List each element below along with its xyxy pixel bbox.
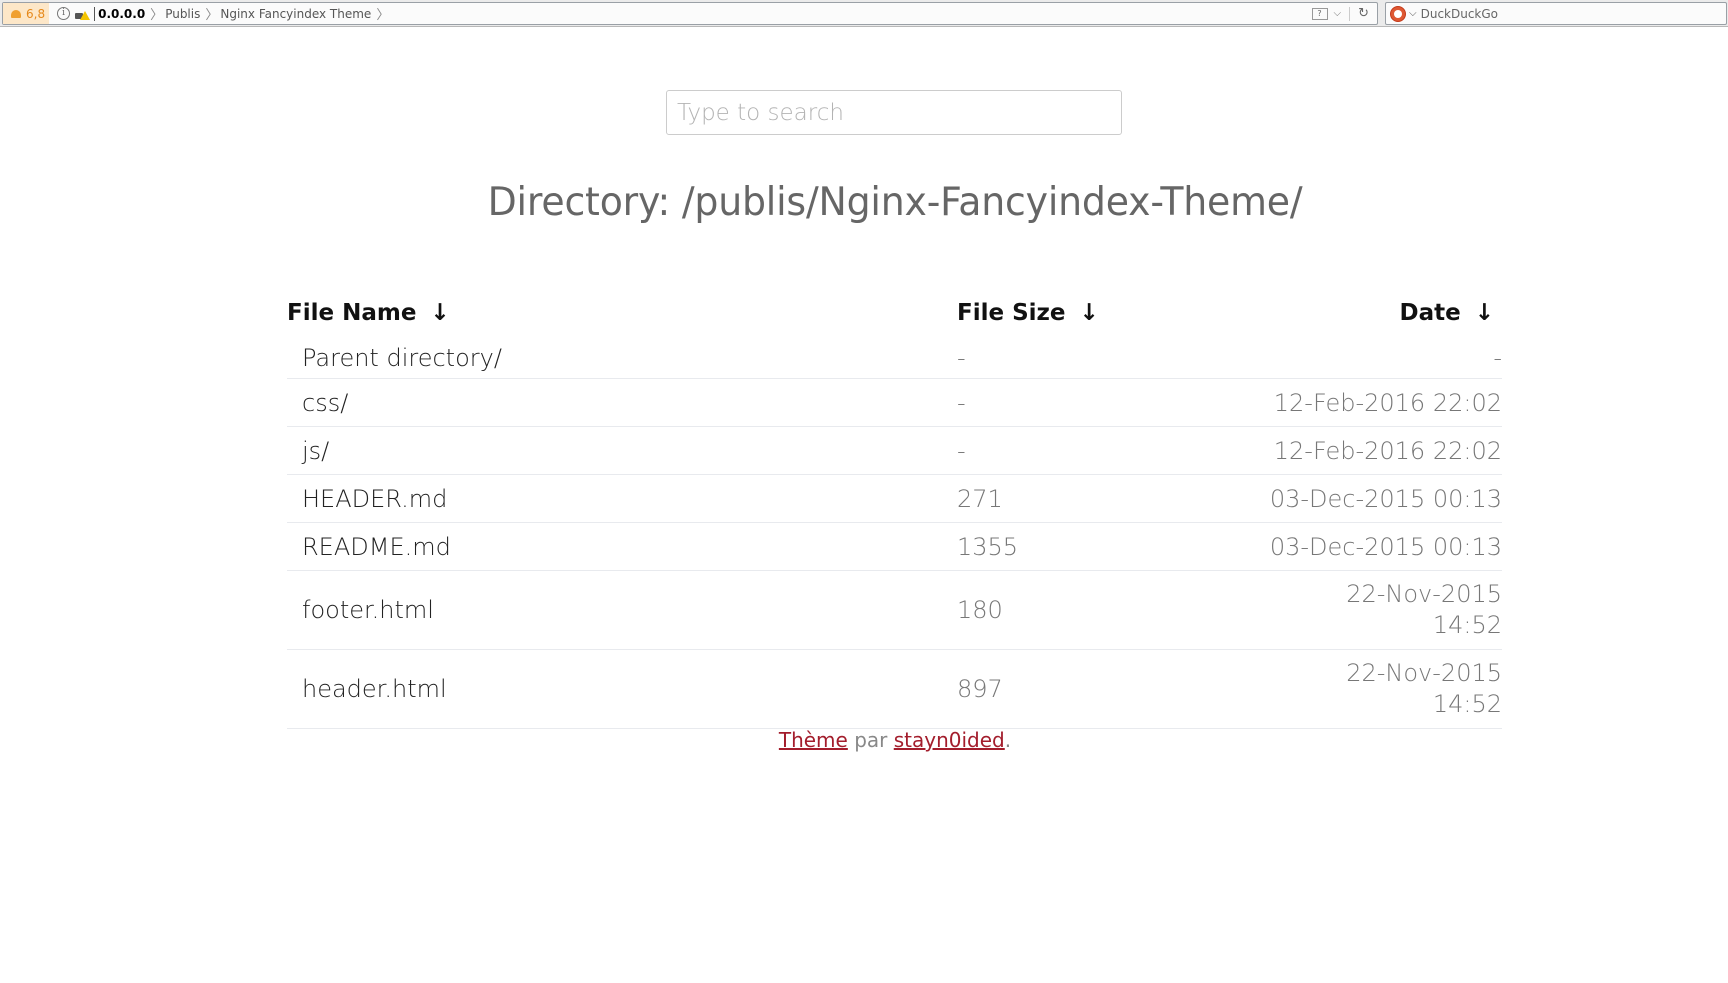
- url-host[interactable]: 0.0.0.0: [94, 6, 145, 21]
- file-date: 12-Feb-2016 22:02: [1163, 378, 1502, 427]
- file-size: 271: [957, 474, 1164, 523]
- search-engine-label: DuckDuckGo: [1420, 6, 1499, 21]
- page-title: Directory: /publis/Nginx-Fancyindex-Them…: [487, 180, 1303, 225]
- file-size: -: [957, 338, 1164, 379]
- shield-badge[interactable]: 6,8: [3, 3, 50, 24]
- file-size: 1355: [957, 522, 1164, 571]
- sort-by-name-header[interactable]: File Name ↓: [287, 294, 957, 338]
- divider: [1349, 6, 1351, 21]
- insecure-lock-icon[interactable]: [74, 8, 91, 20]
- theme-link[interactable]: Thème: [779, 728, 848, 752]
- author-link[interactable]: stayn0ided: [894, 728, 1005, 752]
- sort-by-size-header[interactable]: File Size ↓: [957, 294, 1164, 338]
- shield-count: 6,8: [26, 6, 46, 21]
- header-label: Date: [1399, 300, 1461, 326]
- file-name-link[interactable]: README.md: [287, 522, 957, 571]
- file-size: 180: [957, 570, 1164, 650]
- breadcrumb-nginx-fancyindex-theme[interactable]: 〉 Nginx Fancyindex Theme 〉: [200, 4, 391, 24]
- table-row: HEADER.md 271 03-Dec-2015 00:13: [287, 474, 1502, 523]
- file-size: -: [957, 426, 1164, 475]
- table-row: css/ - 12-Feb-2016 22:02: [287, 378, 1502, 427]
- file-size: 897: [957, 649, 1164, 729]
- table-row: header.html 897 22-Nov-2015 14:52: [287, 649, 1502, 729]
- file-date: 22-Nov-2015 14:52: [1346, 580, 1502, 639]
- chevron-right-icon: 〉: [150, 8, 164, 23]
- web-search-bar[interactable]: ⌵ DuckDuckGo: [1385, 2, 1727, 25]
- breadcrumb-label: Nginx Fancyindex Theme: [220, 6, 372, 21]
- file-name-link[interactable]: css/: [287, 378, 957, 427]
- table-row: footer.html 180 22-Nov-2015 14:52: [287, 570, 1502, 650]
- engine-dropdown-icon[interactable]: ⌵: [1409, 8, 1417, 19]
- sort-arrow-icon: ↓: [1079, 300, 1099, 326]
- file-date: 03-Dec-2015 00:13: [1163, 522, 1502, 571]
- chevron-right-icon: 〉: [205, 8, 219, 23]
- browser-toolbar: 6,8 i 0.0.0.0 〉 Publis 〉 Nginx Fancyinde…: [0, 0, 1728, 27]
- file-date: 03-Dec-2015 00:13: [1163, 474, 1502, 523]
- header-label: File Name: [287, 300, 417, 326]
- file-date-cell: 22-Nov-2015 14:52: [1163, 649, 1502, 729]
- file-name-link[interactable]: footer.html: [287, 570, 957, 650]
- file-name-link[interactable]: Parent directory/: [287, 338, 957, 379]
- footer-period: .: [1004, 728, 1012, 752]
- table-row: Parent directory/ - -: [287, 338, 1502, 379]
- info-icon[interactable]: i: [57, 7, 71, 20]
- file-listing-table: File Name ↓ File Size ↓ Date ↓ Parent direc…: [287, 294, 1502, 729]
- reload-icon[interactable]: ↻: [1358, 6, 1369, 21]
- file-name-link[interactable]: header.html: [287, 649, 957, 729]
- help-icon[interactable]: ?: [1311, 7, 1328, 20]
- sort-arrow-icon: ↓: [430, 300, 450, 326]
- file-size: -: [957, 378, 1164, 427]
- table-row: js/ - 12-Feb-2016 22:02: [287, 426, 1502, 475]
- file-date-cell: 22-Nov-2015 14:52: [1163, 570, 1502, 650]
- table-row: README.md 1355 03-Dec-2015 00:13: [287, 522, 1502, 571]
- duckduckgo-icon[interactable]: [1390, 5, 1406, 22]
- shield-icon: [9, 9, 23, 19]
- header-label: File Size: [957, 300, 1066, 326]
- file-date: 12-Feb-2016 22:02: [1163, 426, 1502, 475]
- dropdown-chevron-icon[interactable]: ⌵: [1334, 8, 1342, 19]
- file-date: 22-Nov-2015 14:52: [1346, 659, 1502, 718]
- sort-by-date-header[interactable]: Date ↓: [1164, 294, 1502, 338]
- chevron-right-icon: 〉: [376, 8, 390, 23]
- sort-arrow-icon: ↓: [1474, 300, 1494, 326]
- breadcrumb-label: Publis: [165, 6, 201, 21]
- footer: Thème par stayn0ided.: [0, 728, 1728, 752]
- table-header-row: File Name ↓ File Size ↓ Date ↓: [287, 294, 1502, 338]
- search-input[interactable]: [666, 90, 1122, 135]
- file-name-link[interactable]: js/: [287, 426, 957, 475]
- footer-by-text: par: [854, 728, 888, 752]
- file-name-link[interactable]: HEADER.md: [287, 474, 957, 523]
- breadcrumb-publis[interactable]: 〉 Publis: [145, 4, 201, 24]
- file-date: -: [1163, 338, 1502, 379]
- url-bar[interactable]: 6,8 i 0.0.0.0 〉 Publis 〉 Nginx Fancyinde…: [2, 2, 1378, 25]
